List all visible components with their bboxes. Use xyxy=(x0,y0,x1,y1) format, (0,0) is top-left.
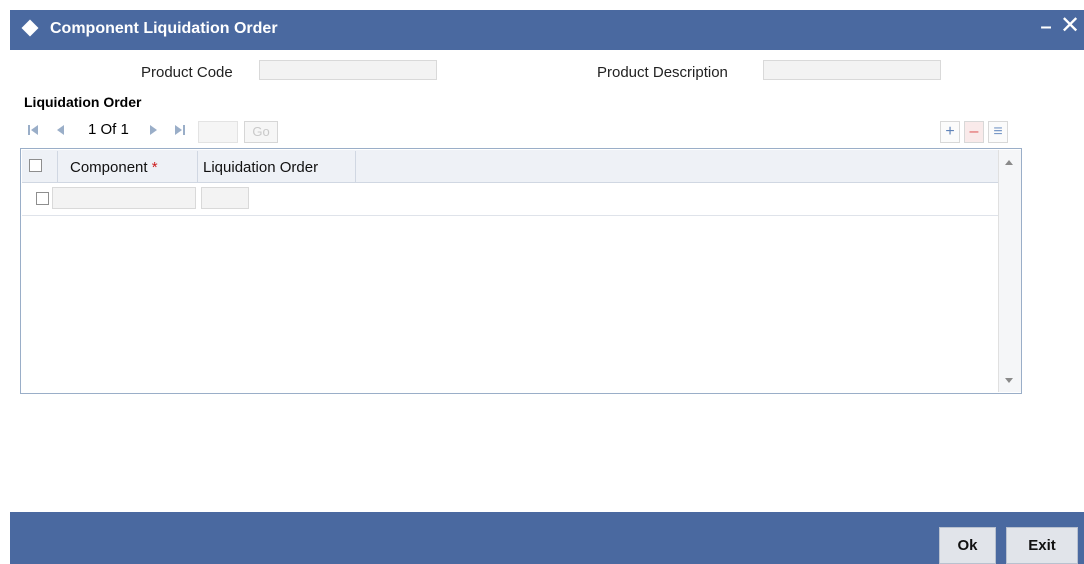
component-header-label: Component xyxy=(70,159,148,176)
title-bar: Component Liquidation Order – ✕ xyxy=(10,10,1084,50)
header-divider xyxy=(355,151,356,183)
page-indicator: 1 Of 1 xyxy=(88,121,129,138)
product-description-field[interactable] xyxy=(763,60,941,80)
close-button[interactable]: ✕ xyxy=(1060,13,1080,39)
window-title: Component Liquidation Order xyxy=(50,20,278,37)
last-page-icon[interactable] xyxy=(172,123,186,140)
component-liquidation-order-window: Component Liquidation Order – ✕ Product … xyxy=(10,10,1084,564)
page-number-input[interactable] xyxy=(198,121,238,143)
ok-button[interactable]: Ok xyxy=(939,527,996,564)
first-page-icon[interactable] xyxy=(27,123,41,140)
select-all-checkbox[interactable] xyxy=(29,159,42,172)
window-diamond-icon xyxy=(21,19,39,37)
add-row-icon[interactable]: + xyxy=(940,121,960,143)
header-divider xyxy=(57,151,58,183)
previous-page-icon[interactable] xyxy=(55,123,67,140)
minimize-button[interactable]: – xyxy=(1037,15,1055,39)
next-page-icon[interactable] xyxy=(147,123,159,140)
vertical-scrollbar[interactable] xyxy=(998,150,1021,392)
product-description-label: Product Description xyxy=(597,64,728,81)
component-column-header: Component * xyxy=(70,159,158,176)
footer-bar xyxy=(10,512,1084,564)
product-code-label: Product Code xyxy=(141,64,233,81)
liquidation-order-column-header: Liquidation Order xyxy=(203,159,319,176)
scroll-down-icon[interactable] xyxy=(1005,378,1013,383)
product-code-field[interactable] xyxy=(259,60,437,80)
liquidation-order-cell-input[interactable] xyxy=(201,187,249,209)
single-view-icon[interactable]: ≡ xyxy=(988,121,1008,143)
header-divider xyxy=(197,151,198,183)
go-button[interactable]: Go xyxy=(244,121,278,143)
component-cell-input[interactable] xyxy=(52,187,196,209)
liquidation-order-grid: Component * Liquidation Order xyxy=(20,148,1022,394)
section-title: Liquidation Order xyxy=(24,94,142,110)
table-row xyxy=(22,183,998,216)
scroll-up-icon[interactable] xyxy=(1005,160,1013,165)
exit-button[interactable]: Exit xyxy=(1006,527,1078,564)
grid-header: Component * Liquidation Order xyxy=(22,150,998,183)
delete-row-icon[interactable]: – xyxy=(964,121,984,143)
row-select-checkbox[interactable] xyxy=(36,192,49,205)
required-marker: * xyxy=(151,159,158,176)
